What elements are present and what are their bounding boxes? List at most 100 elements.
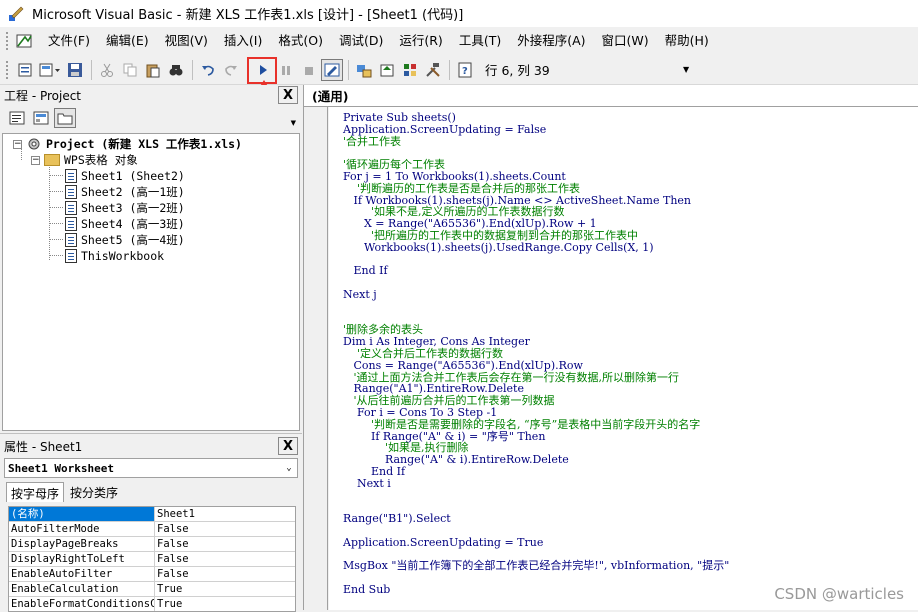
menubar-grip[interactable] — [6, 32, 10, 50]
tree-item-sheet2[interactable]: Sheet2 (高一1班) — [65, 184, 185, 200]
project-panel-title: 工程 - Project — [4, 88, 82, 103]
menu-debug[interactable]: 调试(D) — [331, 30, 391, 52]
property-row[interactable]: DisplayRightToLeft False — [9, 552, 295, 567]
property-value[interactable]: False — [155, 537, 295, 551]
property-row[interactable]: EnableAutoFilter False — [9, 567, 295, 582]
project-panel-close-button[interactable]: X — [278, 86, 298, 104]
insert-userform-icon[interactable] — [37, 59, 63, 81]
design-mode-icon[interactable] — [321, 58, 343, 81]
property-row[interactable]: EnableCalculation True — [9, 582, 295, 597]
tree-item-sheet3[interactable]: Sheet3 (高一2班) — [65, 200, 185, 216]
svg-text:?: ? — [462, 66, 468, 77]
code-margin-indicator-bar[interactable] — [304, 107, 328, 610]
property-value[interactable]: False — [155, 552, 295, 566]
code-comment-line[interactable]: '合并工作表 — [343, 135, 401, 148]
vba-project-icon — [28, 138, 40, 150]
menu-help[interactable]: 帮助(H) — [657, 30, 717, 52]
procedure-scope-dropdown[interactable]: (通用) — [304, 85, 918, 107]
code-line[interactable]: Application.ScreenUpdating = True — [343, 536, 543, 549]
property-value[interactable]: True — [155, 597, 295, 611]
menu-window[interactable]: 窗口(W) — [594, 30, 657, 52]
collapse-icon[interactable]: − — [31, 155, 40, 165]
object-browser-icon[interactable] — [399, 59, 421, 81]
worksheet-icon — [65, 233, 77, 247]
tree-item-label: Sheet1 (Sheet2) — [81, 169, 185, 183]
reset-icon[interactable] — [298, 59, 320, 81]
code-line[interactable]: Next i — [343, 477, 391, 490]
paste-icon[interactable] — [142, 59, 164, 81]
project-explorer-icon[interactable] — [353, 59, 375, 81]
code-line[interactable]: End If — [343, 265, 387, 277]
project-explorer-panel: 工程 - Project X ▼ − Project (新建 XLS 工作表1.… — [0, 85, 302, 432]
menu-run[interactable]: 运行(R) — [391, 30, 450, 52]
property-value[interactable]: False — [155, 567, 295, 581]
code-line[interactable]: Cons = Range("A65536").End(xlUp).Row — [343, 359, 582, 372]
copy-icon[interactable] — [119, 59, 141, 81]
worksheet-icon — [65, 201, 77, 215]
excel-view-icon[interactable] — [16, 32, 34, 50]
panel-scroll-down-icon[interactable]: ▼ — [291, 119, 296, 127]
code-comment-line[interactable]: '判断遍历的工作表是否是合并后的那张工作表 — [343, 182, 580, 195]
undo-icon[interactable] — [197, 59, 219, 81]
code-line[interactable]: Application.ScreenUpdating = False — [343, 123, 546, 136]
menu-file[interactable]: 文件(F) — [40, 30, 98, 52]
toolbox-icon[interactable] — [422, 59, 444, 81]
properties-window-icon[interactable] — [376, 59, 398, 81]
break-icon[interactable] — [275, 59, 297, 81]
tree-item-thisworkbook[interactable]: ThisWorkbook — [65, 248, 164, 264]
worksheet-icon — [65, 217, 77, 231]
find-icon[interactable] — [165, 59, 187, 81]
code-line[interactable]: Workbooks(1).sheets(j).UsedRange.Copy Ce… — [343, 241, 654, 254]
tree-project-root[interactable]: − Project (新建 XLS 工作表1.xls) — [13, 136, 242, 152]
tree-item-label: Sheet2 (高一1班) — [81, 185, 185, 199]
menu-tools[interactable]: 工具(T) — [451, 30, 509, 52]
tab-categorized[interactable]: 按分类序 — [66, 482, 123, 502]
project-tree: − Project (新建 XLS 工作表1.xls) − WPS表格 对象 S… — [2, 133, 300, 431]
object-selector[interactable]: Sheet1 Worksheet ⌄ — [4, 458, 298, 478]
toolbar-overflow-icon[interactable]: ▼ — [683, 65, 689, 74]
code-line[interactable]: End Sub — [343, 584, 390, 596]
help-icon[interactable]: ? — [454, 59, 476, 81]
tree-folder-objects[interactable]: − WPS表格 对象 — [31, 152, 138, 168]
redo-icon[interactable] — [220, 59, 242, 81]
project-root-label: Project (新建 XLS 工作表1.xls) — [46, 137, 242, 151]
code-line[interactable]: MsgBox "当前工作簿下的全部工作表已经合并完毕!", vbInformat… — [343, 560, 729, 572]
collapse-icon[interactable]: − — [13, 139, 22, 149]
property-name: AutoFilterMode — [9, 522, 155, 536]
menu-addins[interactable]: 外接程序(A) — [509, 30, 593, 52]
chevron-down-icon[interactable]: ⌄ — [281, 463, 297, 473]
menu-view[interactable]: 视图(V) — [157, 30, 216, 52]
code-editor[interactable]: Private Sub sheets() Application.ScreenUp… — [329, 107, 918, 610]
view-code-icon[interactable] — [6, 108, 28, 128]
menu-format[interactable]: 格式(O) — [270, 30, 331, 52]
code-window: (通用) Private Sub sheets() Application.Scr… — [303, 85, 918, 610]
property-value[interactable]: True — [155, 582, 295, 596]
tree-item-sheet4[interactable]: Sheet4 (高一3班) — [65, 216, 185, 232]
property-value[interactable]: Sheet1 — [155, 507, 295, 521]
code-line[interactable]: Range("B1").Select — [343, 513, 451, 525]
save-icon[interactable] — [64, 59, 86, 81]
worksheet-icon — [65, 185, 77, 199]
code-line[interactable]: Next j — [343, 289, 377, 301]
property-value[interactable]: False — [155, 522, 295, 536]
excel-view-button-icon[interactable] — [14, 59, 36, 81]
properties-panel-title: 属性 - Sheet1 — [4, 439, 83, 454]
menu-insert[interactable]: 插入(I) — [216, 30, 270, 52]
toolbar-grip[interactable] — [6, 60, 10, 79]
toolbar-separator — [192, 59, 193, 80]
view-object-icon[interactable] — [30, 108, 52, 128]
title-bar: Microsoft Visual Basic - 新建 XLS 工作表1.xls… — [0, 0, 918, 27]
tree-item-sheet1[interactable]: Sheet1 (Sheet2) — [65, 168, 185, 184]
property-row[interactable]: DisplayPageBreaks False — [9, 537, 295, 552]
property-row[interactable]: (名称) Sheet1 — [9, 507, 295, 522]
property-row[interactable]: AutoFilterMode False — [9, 522, 295, 537]
code-comment-line[interactable]: '判断是否是需要删除的字段名, “序号”是表格中当前字段开头的名字 — [343, 418, 700, 431]
tab-alphabetic[interactable]: 按字母序 — [6, 482, 65, 502]
property-name: EnableAutoFilter — [9, 567, 155, 581]
cut-icon[interactable] — [96, 59, 118, 81]
tree-item-sheet5[interactable]: Sheet5 (高一4班) — [65, 232, 185, 248]
properties-panel-close-button[interactable]: X — [278, 437, 298, 455]
menu-edit[interactable]: 编辑(E) — [98, 30, 157, 52]
toggle-folders-icon[interactable] — [54, 108, 76, 128]
properties-panel-header: 属性 - Sheet1 X — [0, 436, 302, 456]
